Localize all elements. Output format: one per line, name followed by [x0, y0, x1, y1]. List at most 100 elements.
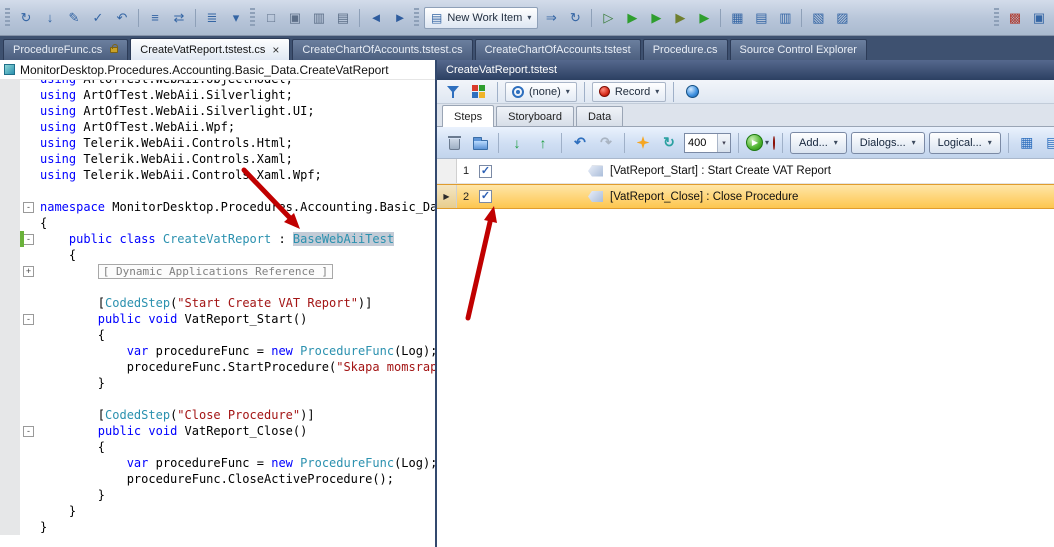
window-split-icon[interactable]: ▥	[308, 8, 330, 28]
code-line[interactable]: using Telerik.WebAii.Controls.Html;	[0, 135, 435, 151]
code-line[interactable]: - public void VatReport_Close()	[0, 423, 435, 439]
test-view-icon[interactable]: ▦	[726, 8, 748, 28]
code-line[interactable]	[0, 279, 435, 295]
code-line[interactable]: var procedureFunc = new ProcedureFunc(Lo…	[0, 455, 435, 471]
step-checkbox[interactable]: ✓	[479, 164, 492, 178]
step-checkbox[interactable]: ✓	[479, 190, 492, 203]
test-lists-icon[interactable]: ▦	[1016, 132, 1038, 154]
toolbar-grip[interactable]	[250, 7, 255, 28]
get-latest-icon[interactable]: ↓	[39, 8, 61, 28]
toolbar-grip[interactable]	[5, 7, 10, 28]
add-dropdown[interactable]: Add... ▾	[790, 131, 847, 154]
code-line[interactable]: [CodedStep("Start Create VAT Report")]	[0, 295, 435, 311]
window-designer-icon[interactable]: ▣	[284, 8, 306, 28]
refresh-source-icon[interactable]: ↻	[15, 8, 37, 28]
refresh-delay-icon[interactable]: ↻	[658, 132, 680, 154]
output-window-icon[interactable]: ▨	[831, 8, 853, 28]
tab-createvatreport-tstest-cs[interactable]: CreateVatReport.tstest.cs ×	[130, 38, 291, 60]
window-dock-icon[interactable]: ▤	[332, 8, 354, 28]
tab-source-control-explorer[interactable]: Source Control Explorer	[729, 39, 867, 60]
new-work-item-dropdown[interactable]: ▤ New Work Item ▾	[424, 6, 539, 29]
code-line[interactable]: using ArtOfTest.WebAii.Wpf;	[0, 119, 435, 135]
code-line[interactable]: }	[0, 487, 435, 503]
window-code-icon[interactable]: □	[260, 8, 282, 28]
compare-icon[interactable]: ⇄	[168, 8, 190, 28]
dialogs-dropdown[interactable]: Dialogs... ▾	[850, 131, 925, 154]
code-line[interactable]: - public void VatReport_Start()	[0, 311, 435, 327]
open-test-icon[interactable]: ▷	[597, 8, 619, 28]
code-line[interactable]: using Telerik.WebAii.Controls.Xaml;	[0, 151, 435, 167]
outline-collapse-icon[interactable]: ≣	[201, 8, 223, 28]
code-line[interactable]: procedureFunc.CloseActiveProcedure();	[0, 471, 435, 487]
run-button[interactable]: ▶ ▾	[746, 134, 769, 151]
logical-dropdown[interactable]: Logical... ▾	[928, 131, 1001, 154]
toolbar-grip[interactable]	[414, 7, 419, 28]
tab-procedurefunc-cs[interactable]: ProcedureFunc.cs	[3, 39, 129, 60]
check-out-icon[interactable]: ✎	[63, 8, 85, 28]
expand-region-icon[interactable]: +	[23, 265, 34, 277]
delete-step-icon[interactable]	[443, 132, 465, 154]
code-line[interactable]: }	[0, 519, 435, 535]
code-line[interactable]: }	[0, 503, 435, 519]
code-line[interactable]: + [ Dynamic Applications Reference ]	[0, 263, 435, 279]
bookmark-icon[interactable]: ▾	[225, 8, 247, 28]
run-tests-icon[interactable]: ▶	[621, 8, 643, 28]
navigate-back-icon[interactable]: ◄	[365, 8, 387, 28]
toolbar-grip[interactable]	[994, 7, 999, 28]
code-line[interactable]: using ArtOfTest.WebAii.Silverlight.UI;	[0, 103, 435, 119]
tab-steps[interactable]: Steps	[442, 105, 495, 127]
debug-tests-icon[interactable]: ▶	[669, 8, 691, 28]
move-step-down-icon[interactable]: ↓	[506, 132, 528, 154]
record-dropdown[interactable]: Record ▾	[591, 81, 667, 102]
delay-value-input[interactable]	[685, 136, 717, 149]
collapse-region-icon[interactable]: -	[23, 313, 34, 325]
highlight-element-icon[interactable]	[468, 82, 490, 102]
test-step-row[interactable]: 1 ✓ [VatReport_Start] : Start Create VAT R…	[437, 159, 1054, 184]
breadcrumb[interactable]: MonitorDesktop.Procedures.Accounting.Bas…	[20, 63, 389, 77]
link-work-item-icon[interactable]: ⇒	[540, 8, 562, 28]
code-line[interactable]: var procedureFunc = new ProcedureFunc(Lo…	[0, 343, 435, 359]
code-line[interactable]: - namespace MonitorDesktop.Procedures.Acc…	[0, 199, 435, 215]
code-line[interactable]: {	[0, 439, 435, 455]
undo-icon[interactable]: ↶	[569, 132, 591, 154]
check-in-icon[interactable]: ✓	[87, 8, 109, 28]
code-line[interactable]	[0, 183, 435, 199]
error-list-icon[interactable]: ▧	[807, 8, 829, 28]
undo-pending-icon[interactable]: ↶	[111, 8, 133, 28]
tab-createchartofaccounts-tstest-cs[interactable]: CreateChartOfAccounts.tstest.cs	[292, 39, 473, 60]
tab-storyboard[interactable]: Storyboard	[496, 106, 574, 126]
record-step-button[interactable]	[773, 135, 776, 150]
execution-delay-input[interactable]: ▾	[684, 132, 731, 153]
delay-dropdown-icon[interactable]: ▾	[717, 133, 730, 152]
code-line[interactable]: [CodedStep("Close Procedure")]	[0, 407, 435, 423]
code-line[interactable]: {	[0, 247, 435, 263]
code-line[interactable]: {	[0, 327, 435, 343]
test-list-editor-icon[interactable]: ▥	[774, 8, 796, 28]
redo-icon[interactable]: ↷	[595, 132, 617, 154]
test-results-icon[interactable]: ▤	[750, 8, 772, 28]
highlight-sparkle-icon[interactable]	[632, 132, 654, 154]
code-line[interactable]: }	[0, 375, 435, 391]
extension-icon[interactable]: ▩	[1004, 8, 1026, 28]
copy-steps-icon[interactable]	[469, 132, 491, 154]
close-tab-icon[interactable]: ×	[271, 44, 280, 56]
test-step-row[interactable]: ▶ 2 ✓ [VatReport_Close] : Close Procedure	[437, 184, 1054, 209]
code-line[interactable]: using ArtOfTest.WebAii.Silverlight;	[0, 87, 435, 103]
view-history-icon[interactable]: ≡	[144, 8, 166, 28]
navigate-forward-icon[interactable]: ►	[389, 8, 411, 28]
code-line[interactable]: {	[0, 215, 435, 231]
code-line[interactable]	[0, 391, 435, 407]
help-icon[interactable]: ▣	[1028, 8, 1050, 28]
code-line[interactable]: - public class CreateVatReport : BaseWeb…	[0, 231, 435, 247]
code-line[interactable]: procedureFunc.StartProcedure("Skapa moms…	[0, 359, 435, 375]
collapse-region-icon[interactable]: -	[23, 201, 34, 213]
browser-globe-icon[interactable]	[681, 82, 703, 102]
run-all-tests-icon[interactable]: ▶	[645, 8, 667, 28]
collapse-region-icon[interactable]: -	[23, 233, 34, 245]
tab-createchartofaccounts-tstest[interactable]: CreateChartOfAccounts.tstest	[474, 39, 641, 60]
element-explorer-icon[interactable]: ▤	[1042, 132, 1054, 154]
pane-title-bar[interactable]: CreateVatReport.tstest	[437, 60, 1054, 80]
code-line[interactable]: using Telerik.WebAii.Controls.Xaml.Wpf;	[0, 167, 435, 183]
code-area[interactable]: using ArtOfTest.WebAii.ObjectModel;using…	[0, 80, 435, 547]
tab-data[interactable]: Data	[575, 106, 624, 126]
